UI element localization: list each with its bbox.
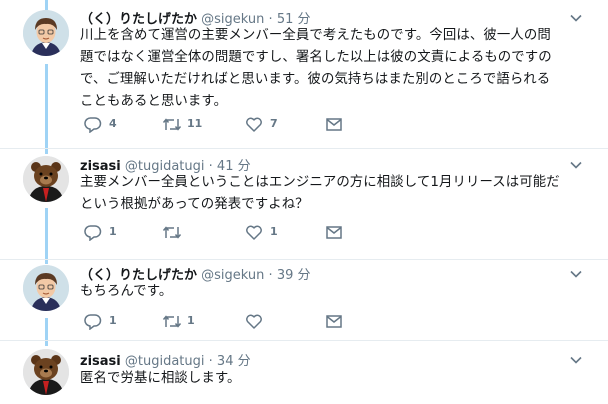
like-count: 1: [270, 225, 278, 238]
retweet-icon: [162, 118, 182, 131]
like-icon: [246, 225, 262, 240]
reply-count: 1: [109, 225, 117, 238]
reply-count: 1: [109, 314, 117, 327]
display-name[interactable]: zisasi: [80, 354, 121, 369]
like-count: 7: [270, 117, 278, 130]
message-icon: [326, 315, 342, 328]
tweet-text: 主要メンバー全員ということはエンジニアの方に相談して1月リリースは可能だ という…: [80, 175, 560, 212]
timestamp[interactable]: 34 分: [217, 354, 251, 369]
avatar[interactable]: [23, 10, 69, 56]
tweet-text: 川上を含めて運営の主要メンバー全員で考えたものです。今回は、彼一人の問 題ではな…: [80, 28, 552, 109]
tweet-actions: 1 1: [80, 312, 380, 332]
retweet-icon: [162, 315, 182, 328]
message-icon: [326, 118, 342, 131]
reply-icon: [84, 117, 102, 133]
tweet[interactable]: （く）りたしげたか @sigekun · 39 分 もちろんです。 1 1: [0, 260, 608, 348]
chevron-down-icon[interactable]: [570, 354, 582, 366]
chevron-down-icon[interactable]: [570, 12, 582, 24]
tweet-text: 匿名で労基に相談します。: [80, 371, 241, 386]
like-icon: [246, 314, 262, 329]
chevron-down-icon[interactable]: [570, 159, 582, 171]
tweet-actions: 4 11 7: [80, 115, 380, 135]
avatar[interactable]: [23, 349, 69, 395]
tweet-actions: 1 1: [80, 223, 380, 243]
retweet-count: 11: [187, 117, 203, 130]
retweet-icon: [162, 226, 182, 239]
tweet-text: もちろんです。: [80, 284, 173, 299]
avatar[interactable]: [23, 265, 69, 311]
message-icon: [326, 226, 342, 239]
reply-icon: [84, 314, 102, 330]
tweet[interactable]: zisasi @tugidatugi · 34 分 匿名で労基に相談します。: [0, 341, 608, 404]
avatar[interactable]: [23, 156, 69, 202]
tweet[interactable]: zisasi @tugidatugi · 41 分 主要メンバー全員ということは…: [0, 149, 608, 259]
reply-count: 4: [109, 117, 117, 130]
retweet-count: 1: [187, 314, 195, 327]
tweet[interactable]: （く）りたしげたか @sigekun · 51 分 川上を含めて運営の主要メンバ…: [0, 0, 608, 148]
like-icon: [246, 117, 262, 132]
reply-icon: [84, 225, 102, 241]
chevron-down-icon[interactable]: [570, 268, 582, 280]
user-handle[interactable]: @tugidatugi: [125, 354, 205, 369]
separator-dot: ·: [208, 354, 213, 369]
